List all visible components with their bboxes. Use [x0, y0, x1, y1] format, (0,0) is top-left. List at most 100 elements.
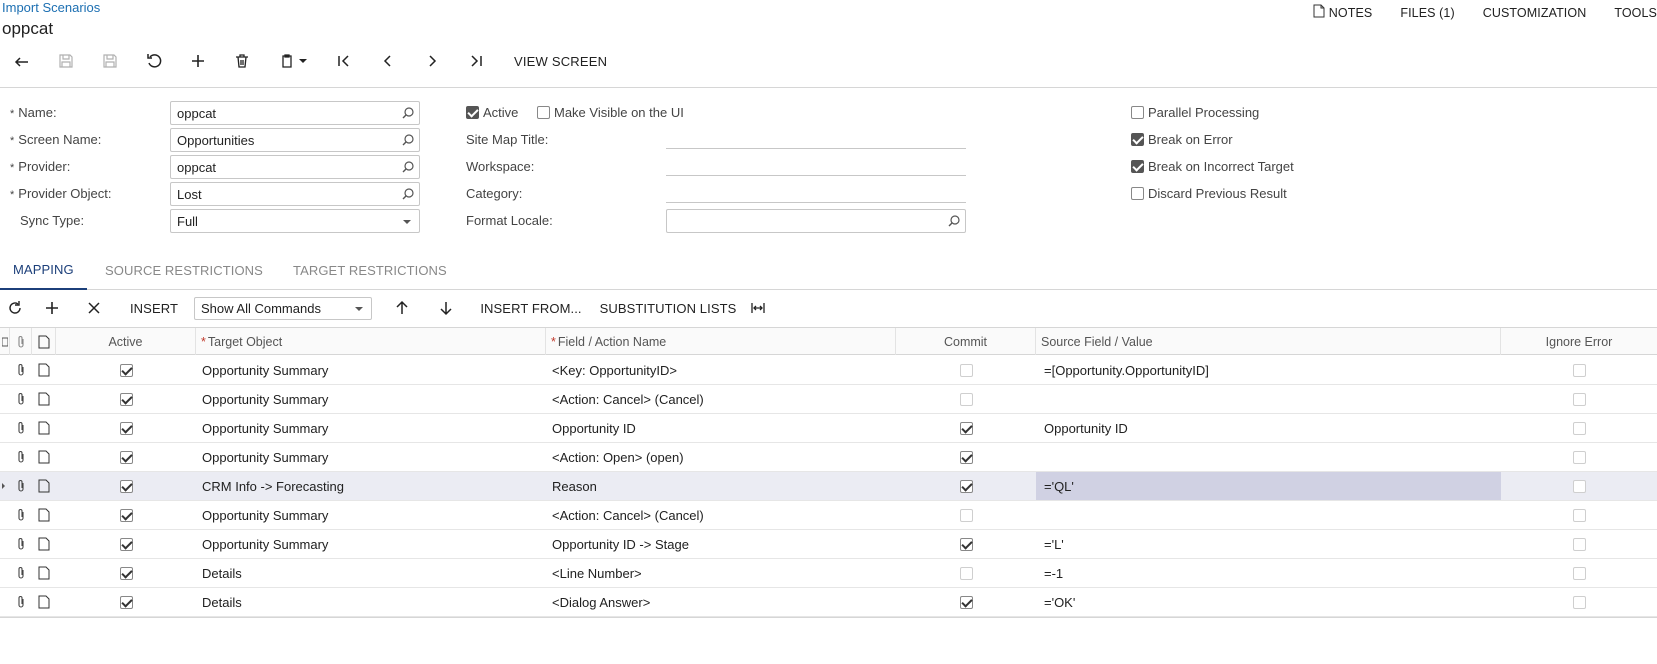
ignore-error-row-checkbox[interactable]	[1572, 363, 1586, 377]
table-row[interactable]: Opportunity Summary Opportunity ID -> Sta…	[0, 530, 1657, 559]
ignore-error-row-checkbox[interactable]	[1572, 566, 1586, 580]
active-cell[interactable]	[56, 588, 196, 616]
active-row-checkbox[interactable]	[119, 566, 133, 580]
commit-row-checkbox[interactable]	[959, 537, 973, 551]
insert-from-button[interactable]: INSERT FROM...	[466, 295, 596, 321]
field-action-cell[interactable]: Opportunity ID -> Stage	[546, 530, 896, 558]
ignore-error-cell[interactable]	[1501, 501, 1657, 529]
ignore-error-cell[interactable]	[1501, 559, 1657, 587]
commit-cell[interactable]	[896, 385, 1036, 413]
target-object-cell[interactable]: Opportunity Summary	[196, 356, 546, 384]
fit-columns-button[interactable]	[740, 295, 776, 321]
active-cell[interactable]	[56, 356, 196, 384]
ignore-error-cell[interactable]	[1501, 472, 1657, 500]
field-action-cell[interactable]: <Key: OpportunityID>	[546, 356, 896, 384]
commit-row-checkbox[interactable]	[959, 479, 973, 493]
tab-target-restrictions[interactable]: TARGET RESTRICTIONS	[293, 250, 447, 290]
files-button[interactable]: FILES (1)	[1386, 4, 1468, 21]
commit-row-checkbox[interactable]	[959, 566, 973, 580]
target-object-cell[interactable]: Opportunity Summary	[196, 385, 546, 413]
note-icon[interactable]	[32, 559, 56, 587]
source-field-cell[interactable]	[1036, 443, 1501, 471]
active-row-checkbox[interactable]	[119, 421, 133, 435]
provider-object-field[interactable]: Lost	[170, 182, 420, 206]
parallel-processing-check[interactable]	[1131, 106, 1144, 119]
table-row[interactable]: Opportunity Summary <Action: Open> (open)	[0, 443, 1657, 472]
customization-button[interactable]: CUSTOMIZATION	[1469, 4, 1601, 21]
commit-cell[interactable]	[896, 472, 1036, 500]
insert-button[interactable]: INSERT	[114, 295, 194, 321]
discard-previous-result-check[interactable]	[1131, 187, 1144, 200]
make-visible-check[interactable]	[537, 106, 550, 119]
commit-cell[interactable]	[896, 443, 1036, 471]
tab-mapping[interactable]: MAPPING	[0, 250, 87, 290]
field-action-column-header[interactable]: * Field / Action Name	[546, 328, 896, 355]
ignore-error-column-header[interactable]: Ignore Error	[1501, 328, 1657, 355]
note-icon[interactable]	[32, 414, 56, 442]
delete-row-button[interactable]	[74, 295, 114, 321]
paperclip-icon[interactable]	[10, 356, 32, 384]
table-row[interactable]: Details <Dialog Answer> ='OK'	[0, 588, 1657, 617]
format-locale-field[interactable]	[666, 209, 966, 233]
paperclip-icon[interactable]	[10, 588, 32, 616]
paperclip-icon[interactable]	[10, 385, 32, 413]
ignore-error-cell[interactable]	[1501, 356, 1657, 384]
field-action-cell[interactable]: <Line Number>	[546, 559, 896, 587]
search-icon[interactable]	[947, 214, 961, 228]
commit-row-checkbox[interactable]	[959, 595, 973, 609]
active-row-checkbox[interactable]	[119, 450, 133, 464]
field-action-cell[interactable]: Opportunity ID	[546, 414, 896, 442]
view-screen-button[interactable]: VIEW SCREEN	[514, 54, 607, 69]
delete-button[interactable]	[220, 48, 264, 74]
paperclip-icon[interactable]	[10, 443, 32, 471]
active-row-checkbox[interactable]	[119, 595, 133, 609]
search-icon[interactable]	[401, 106, 415, 120]
active-cell[interactable]	[56, 414, 196, 442]
active-cell[interactable]	[56, 443, 196, 471]
tab-source-restrictions[interactable]: SOURCE RESTRICTIONS	[105, 250, 263, 290]
ignore-error-cell[interactable]	[1501, 443, 1657, 471]
commit-cell[interactable]	[896, 501, 1036, 529]
make-visible-checkbox[interactable]: Make Visible on the UI	[537, 105, 684, 120]
target-object-cell[interactable]: CRM Info -> Forecasting	[196, 472, 546, 500]
name-field[interactable]: oppcat	[170, 101, 420, 125]
ignore-error-cell[interactable]	[1501, 588, 1657, 616]
ignore-error-row-checkbox[interactable]	[1572, 421, 1586, 435]
field-action-cell[interactable]: <Action: Cancel> (Cancel)	[546, 385, 896, 413]
commit-row-checkbox[interactable]	[959, 508, 973, 522]
refresh-button[interactable]	[0, 295, 30, 321]
note-icon[interactable]	[32, 501, 56, 529]
table-row[interactable]: Opportunity Summary <Action: Cancel> (Can…	[0, 501, 1657, 530]
source-field-cell[interactable]: =[Opportunity.OpportunityID]	[1036, 356, 1501, 384]
row-selector-header[interactable]	[0, 328, 10, 355]
active-row-checkbox[interactable]	[119, 479, 133, 493]
save-close-button[interactable]	[88, 48, 132, 74]
active-checkbox[interactable]: Active	[466, 105, 518, 120]
commit-cell[interactable]	[896, 588, 1036, 616]
previous-record-button[interactable]	[366, 48, 410, 74]
clipboard-button[interactable]	[264, 48, 322, 74]
substitution-lists-button[interactable]: SUBSTITUTION LISTS	[596, 295, 740, 321]
commit-cell[interactable]	[896, 356, 1036, 384]
source-field-cell[interactable]: ='QL'	[1036, 472, 1501, 500]
active-check[interactable]	[466, 106, 479, 119]
source-field-cell[interactable]	[1036, 501, 1501, 529]
workspace-field[interactable]	[666, 175, 966, 176]
add-button[interactable]	[176, 48, 220, 74]
active-cell[interactable]	[56, 501, 196, 529]
source-field-cell[interactable]: ='OK'	[1036, 588, 1501, 616]
table-row[interactable]: CRM Info -> Forecasting Reason ='QL'	[0, 472, 1657, 501]
ignore-error-row-checkbox[interactable]	[1572, 450, 1586, 464]
add-row-button[interactable]	[30, 295, 74, 321]
note-icon[interactable]	[32, 588, 56, 616]
ignore-error-cell[interactable]	[1501, 414, 1657, 442]
ignore-error-cell[interactable]	[1501, 385, 1657, 413]
source-field-cell[interactable]: =-1	[1036, 559, 1501, 587]
commit-row-checkbox[interactable]	[959, 392, 973, 406]
field-action-cell[interactable]: Reason	[546, 472, 896, 500]
next-record-button[interactable]	[410, 48, 454, 74]
target-object-cell[interactable]: Details	[196, 588, 546, 616]
last-record-button[interactable]	[454, 48, 498, 74]
table-row[interactable]: Opportunity Summary <Action: Cancel> (Can…	[0, 385, 1657, 414]
source-field-column-header[interactable]: Source Field / Value	[1036, 328, 1501, 355]
